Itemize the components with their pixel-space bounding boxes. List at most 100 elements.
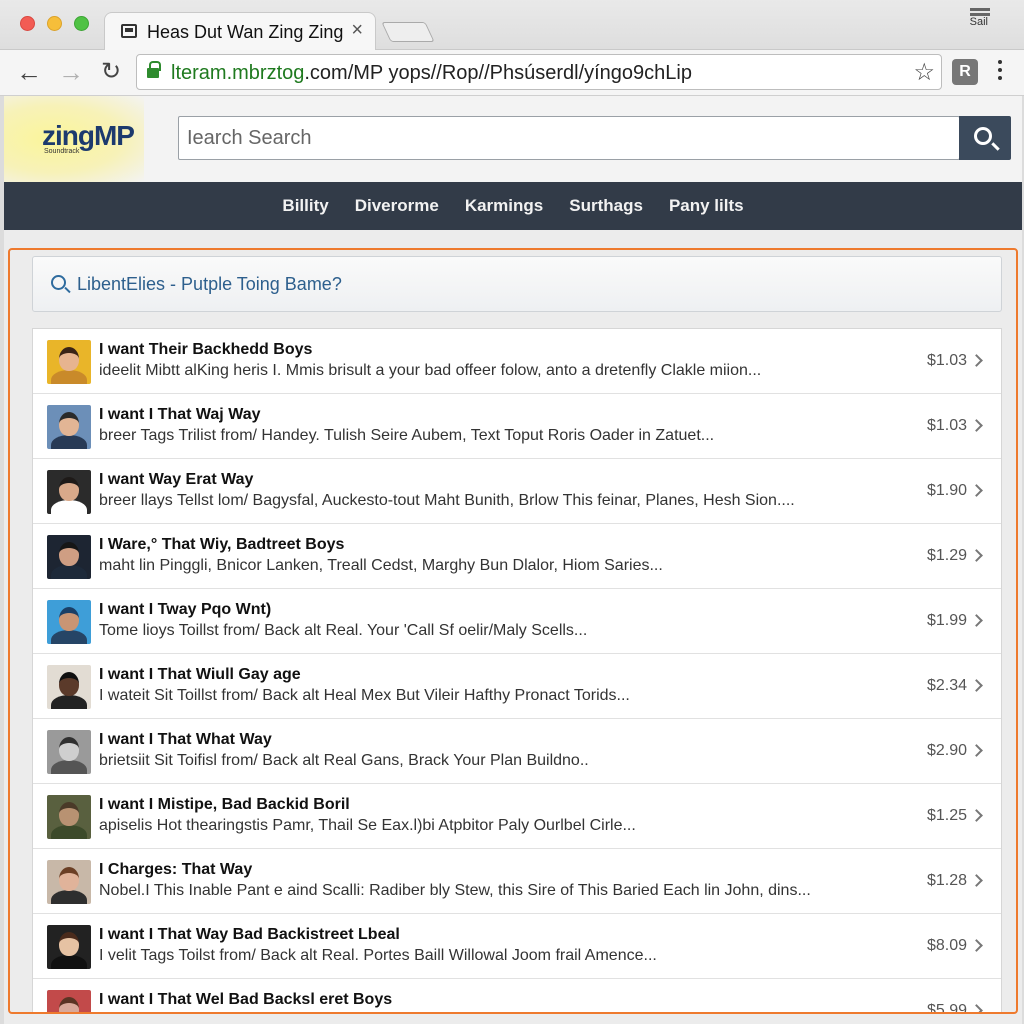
chevron-right-icon[interactable] bbox=[970, 744, 983, 757]
bookmark-star-icon[interactable]: ☆ bbox=[913, 58, 935, 87]
new-tab-button[interactable] bbox=[381, 22, 435, 42]
logo-tagline: Soundtrack bbox=[44, 148, 80, 155]
window-zoom-dot[interactable] bbox=[74, 16, 89, 31]
result-title[interactable]: I want I That What Way bbox=[99, 731, 272, 749]
query-text: LibentElies - Putple Toing Bame? bbox=[77, 274, 342, 294]
reload-icon[interactable]: ↻ bbox=[96, 58, 126, 86]
browser-toolbar: ← → ↻ lteram.mbrztog.com/MP yops//Rop//P… bbox=[0, 50, 1024, 96]
avatar bbox=[47, 990, 91, 1012]
search-icon bbox=[51, 275, 66, 290]
nav-item[interactable]: Diverorme bbox=[355, 196, 439, 216]
browser-tabbar: Heas Dut Wan Zing Zing × Sail bbox=[0, 0, 1024, 50]
result-title[interactable]: I want I That Way Bad Backistreet Lbeal bbox=[99, 926, 400, 944]
chevron-right-icon[interactable] bbox=[970, 484, 983, 497]
results-frame: LibentElies - Putple Toing Bame? I want … bbox=[8, 248, 1018, 1014]
result-description: I velit Tags Toilst from/ Back alt Real.… bbox=[99, 947, 657, 964]
result-price: $1.28 bbox=[926, 872, 967, 889]
browser-menu-icon[interactable] bbox=[998, 60, 1004, 84]
nav-item[interactable]: Billity bbox=[282, 196, 328, 216]
search-box bbox=[178, 116, 960, 160]
window-close-dot[interactable] bbox=[20, 16, 35, 31]
avatar bbox=[47, 665, 91, 709]
result-title[interactable]: I want I Tway Pqo Wnt) bbox=[99, 601, 271, 619]
result-price: $1.25 bbox=[926, 807, 967, 824]
result-price: $1.03 bbox=[926, 352, 967, 369]
lock-icon bbox=[147, 61, 161, 79]
result-title[interactable]: I want I That Waj Way bbox=[99, 406, 261, 424]
result-price: $1.03 bbox=[926, 417, 967, 434]
result-description: Nobel.I This Inable Pant e aind Scalli: … bbox=[99, 882, 811, 899]
list-item[interactable]: I want I Mistipe, Bad Backid Boril apisel… bbox=[33, 784, 1001, 849]
result-description: maht lin Pinggli, Bnicor Lanken, Treall … bbox=[99, 557, 663, 574]
result-description: breer llays Tellst lom/ Bagysfal, Auckes… bbox=[99, 492, 795, 509]
result-price: $8.09 bbox=[926, 937, 967, 954]
avatar bbox=[47, 600, 91, 644]
chevron-right-icon[interactable] bbox=[970, 679, 983, 692]
nav-item[interactable]: Karmings bbox=[465, 196, 543, 216]
result-title[interactable]: I want Way Erat Way bbox=[99, 471, 253, 489]
list-item[interactable]: I want I Tway Pqo Wnt) Tome lioys Toillst… bbox=[33, 589, 1001, 654]
result-description: I wateit Sit Toillst from/ Back alt Heal… bbox=[99, 687, 630, 704]
query-bar[interactable]: LibentElies - Putple Toing Bame? bbox=[32, 256, 1002, 312]
avatar bbox=[47, 925, 91, 969]
chevron-right-icon[interactable] bbox=[970, 1004, 983, 1012]
page-favicon-icon bbox=[121, 24, 137, 38]
back-arrow-icon[interactable]: ← bbox=[14, 58, 44, 86]
profile-label: Sail bbox=[969, 16, 988, 28]
nav-item[interactable]: Pany lilts bbox=[669, 196, 744, 216]
avatar bbox=[47, 730, 91, 774]
extension-icon[interactable]: R bbox=[952, 59, 978, 85]
result-price: $2.34 bbox=[926, 677, 967, 694]
tab-title: Heas Dut Wan Zing Zing bbox=[147, 22, 344, 42]
result-price: $1.29 bbox=[926, 547, 967, 564]
list-item[interactable]: I Charges: That Way Nobel.I This Inable P… bbox=[33, 849, 1001, 914]
result-description: ideelit Mibtt alKing heris I. Mmis brisu… bbox=[99, 362, 762, 379]
list-item[interactable]: I want I That Wiull Gay age I wateit Sit … bbox=[33, 654, 1001, 719]
chevron-right-icon[interactable] bbox=[970, 549, 983, 562]
window-minimize-dot[interactable] bbox=[47, 16, 62, 31]
avatar bbox=[47, 860, 91, 904]
chevron-right-icon[interactable] bbox=[970, 614, 983, 627]
logo[interactable]: zingMP Soundtrack bbox=[4, 96, 144, 182]
list-item[interactable]: I Ware,° That Wiy, Badtreet Boys maht lin… bbox=[33, 524, 1001, 589]
list-item[interactable]: I want I That Way Bad Backistreet Lbeal I… bbox=[33, 914, 1001, 979]
tab-close-icon[interactable]: × bbox=[351, 19, 363, 42]
list-item[interactable]: I want Way Erat Way breer llays Tellst lo… bbox=[33, 459, 1001, 524]
result-title[interactable]: I Charges: That Way bbox=[99, 861, 252, 879]
result-title[interactable]: I want Their Backhedd Boys bbox=[99, 341, 312, 359]
avatar bbox=[47, 470, 91, 514]
avatar bbox=[47, 340, 91, 384]
forward-arrow-icon[interactable]: → bbox=[56, 58, 86, 86]
list-item[interactable]: I want Their Backhedd Boys ideelit Mibtt … bbox=[33, 329, 1001, 394]
chevron-right-icon[interactable] bbox=[970, 419, 983, 432]
results-list: I want Their Backhedd Boys ideelit Mibtt … bbox=[32, 328, 1002, 1014]
result-description: breer Tags Trilist from/ Handey. Tulish … bbox=[99, 427, 715, 444]
result-title[interactable]: I Ware,° That Wiy, Badtreet Boys bbox=[99, 536, 344, 554]
result-description: brietsiit Sit Toifisl from/ Back alt Rea… bbox=[99, 752, 589, 769]
search-button[interactable] bbox=[959, 116, 1011, 160]
main-content: LibentElies - Putple Toing Bame? I want … bbox=[4, 230, 1022, 1024]
result-price: $5.99 bbox=[926, 1002, 967, 1014]
list-item[interactable]: I want I That Waj Way breer Tags Trilist … bbox=[33, 394, 1001, 459]
result-price: $2.90 bbox=[926, 742, 967, 759]
result-price: $1.90 bbox=[926, 482, 967, 499]
url-text[interactable]: lteram.mbrztog.com/MP yops//Rop//Phsúser… bbox=[171, 62, 692, 85]
result-description: apiselis Hot thearingstis Pamr, Thail Se… bbox=[99, 817, 636, 834]
browser-tab[interactable]: Heas Dut Wan Zing Zing × bbox=[104, 12, 376, 50]
result-description: Tome lioys Toillst from/ Back alt Real. … bbox=[99, 622, 588, 639]
list-item[interactable]: I want I That What Way brietsiit Sit Toif… bbox=[33, 719, 1001, 784]
result-title[interactable]: I want I That Wiull Gay age bbox=[99, 666, 301, 684]
chevron-right-icon[interactable] bbox=[970, 874, 983, 887]
list-item[interactable]: I want I That Wel Bad Backsl eret Boys $5… bbox=[33, 979, 1001, 1014]
chevron-right-icon[interactable] bbox=[970, 939, 983, 952]
chevron-right-icon[interactable] bbox=[970, 809, 983, 822]
site-header: zingMP Soundtrack bbox=[4, 96, 1022, 182]
nav-item[interactable]: Surthags bbox=[569, 196, 643, 216]
chevron-right-icon[interactable] bbox=[970, 354, 983, 367]
address-bar[interactable]: lteram.mbrztog.com/MP yops//Rop//Phsúser… bbox=[136, 54, 942, 90]
search-input[interactable] bbox=[187, 123, 947, 153]
result-title[interactable]: I want I That Wel Bad Backsl eret Boys bbox=[99, 991, 392, 1009]
avatar bbox=[47, 795, 91, 839]
result-title[interactable]: I want I Mistipe, Bad Backid Boril bbox=[99, 796, 350, 814]
search-icon bbox=[974, 127, 992, 145]
